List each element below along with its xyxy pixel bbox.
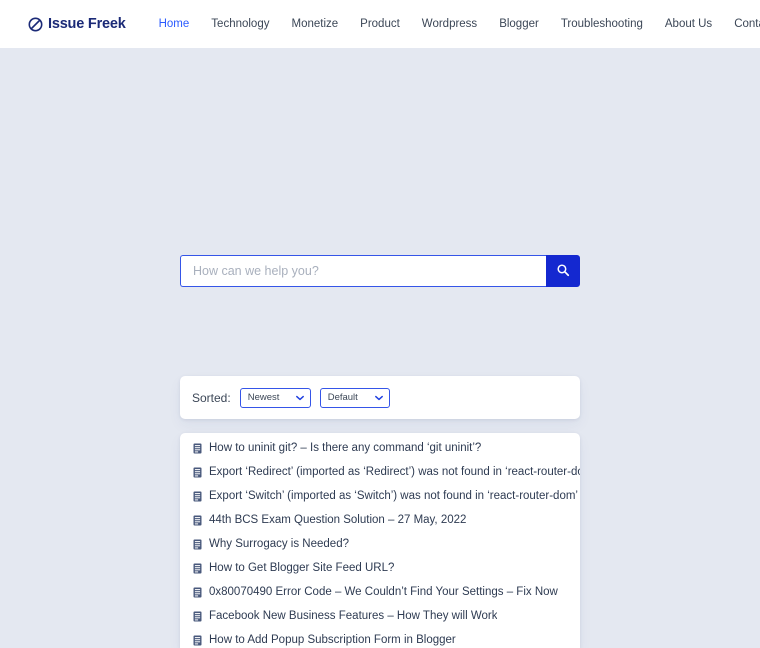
article-document-icon [193,443,202,454]
list-item-title: 0x80070490 Error Code – We Couldn’t Find… [209,586,558,598]
sort-label: Sorted: [192,390,231,405]
nav-item-product[interactable]: Product [349,12,411,36]
list-item-title: How to Get Blogger Site Feed URL? [209,562,395,574]
list-item-title: Facebook New Business Features – How The… [209,610,498,622]
list-item-title: How to Add Popup Subscription Form in Bl… [209,634,456,646]
no-entry-circle-slash-icon [28,17,43,32]
nav-item-troubleshooting[interactable]: Troubleshooting [550,12,654,36]
nav-item-home[interactable]: Home [148,12,201,36]
article-document-icon [193,467,202,478]
search-bar [180,255,580,287]
list-item[interactable]: Facebook New Business Features – How The… [180,604,580,628]
brand-name: Issue Freek [48,16,126,32]
article-document-icon [193,515,202,526]
nav-item-wordpress[interactable]: Wordpress [411,12,488,36]
nav-item-about-us[interactable]: About Us [654,12,723,36]
site-header: Issue Freek Home Technology Monetize Pro… [0,0,760,48]
list-item[interactable]: How to Add Popup Subscription Form in Bl… [180,628,580,648]
list-item[interactable]: Why Surrogacy is Needed? [180,532,580,556]
results-list: How to uninit git? – Is there any comman… [180,433,580,648]
list-item[interactable]: How to Get Blogger Site Feed URL? [180,556,580,580]
list-item[interactable]: How to uninit git? – Is there any comman… [180,436,580,460]
sort-order-select[interactable]: Newest [239,387,311,408]
article-document-icon [193,587,202,598]
list-item[interactable]: 44th BCS Exam Question Solution – 27 May… [180,508,580,532]
article-document-icon [193,611,202,622]
page-body: Sorted: Newest Default [0,48,760,648]
list-item-title: 44th BCS Exam Question Solution – 27 May… [209,514,467,526]
article-document-icon [193,563,202,574]
search-input[interactable] [180,255,546,287]
list-item-title: Export ‘Redirect’ (imported as ‘Redirect… [209,466,580,478]
article-document-icon [193,635,202,646]
sort-panel: Sorted: Newest Default [180,376,580,419]
list-item[interactable]: 0x80070490 Error Code – We Couldn’t Find… [180,580,580,604]
sort-type-value: Default [327,392,358,403]
article-document-icon [193,491,202,502]
list-item-title: How to uninit git? – Is there any comman… [209,442,482,454]
list-item-title: Export ‘Switch’ (imported as ‘Switch’) w… [209,490,578,502]
article-document-icon [193,539,202,550]
nav-item-blogger[interactable]: Blogger [488,12,550,36]
list-item[interactable]: Export ‘Redirect’ (imported as ‘Redirect… [180,460,580,484]
search-icon [556,263,570,280]
search-button[interactable] [546,255,580,287]
list-item[interactable]: Export ‘Switch’ (imported as ‘Switch’) w… [180,484,580,508]
sort-order-value: Newest [247,392,280,403]
sort-type-select[interactable]: Default [319,387,390,408]
nav-item-technology[interactable]: Technology [200,12,280,36]
list-item-title: Why Surrogacy is Needed? [209,538,349,550]
brand-logo[interactable]: Issue Freek [28,16,126,32]
main-navigation: Home Technology Monetize Product Wordpre… [148,12,760,36]
nav-item-contact-us[interactable]: Contact Us [723,12,760,36]
nav-item-monetize[interactable]: Monetize [280,12,349,36]
